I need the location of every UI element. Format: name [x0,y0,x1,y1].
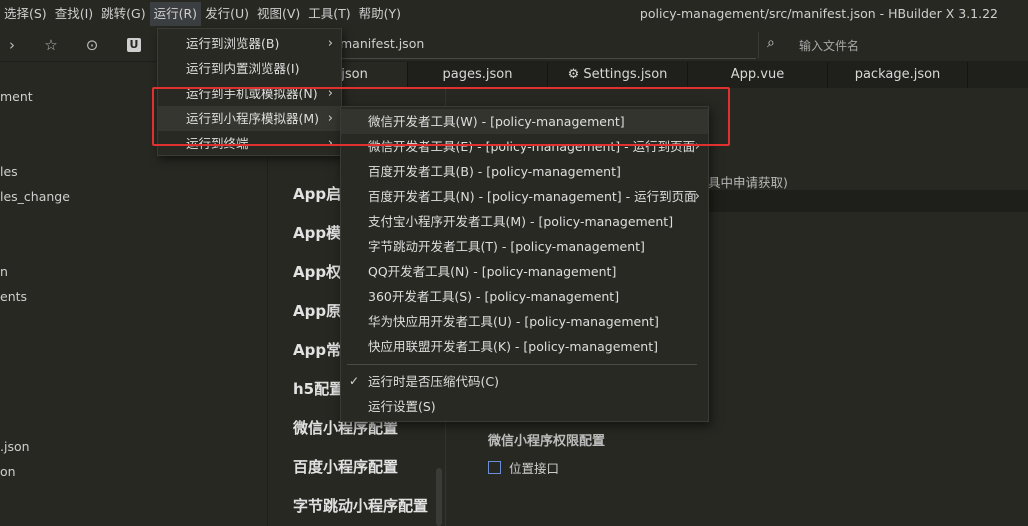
nav-app-common[interactable]: App常 [293,339,341,360]
file-search-box[interactable]: ⌕ 输入文件名 [758,32,1028,58]
tree-item[interactable]: les_change [0,189,70,204]
toolbar: › ☆ ⊙ U manifest.json ⌕ 输入文件名 [0,28,1028,62]
menu-tools[interactable]: 工具(T) [304,2,354,26]
menu-item-label: 百度开发者工具(N) - [policy-management] - 运行到页面 [368,189,697,204]
tab-settings-json[interactable]: ⚙ Settings.json [548,62,688,88]
nav-app-permissions[interactable]: App权 [293,261,341,282]
appid-hint: 具中申请获取) [708,175,788,190]
run-to-builtin-browser-item[interactable]: 运行到内置浏览器(I) [158,56,341,81]
nav-app-startup[interactable]: App启 [293,183,341,204]
menu-run[interactable]: 运行(R) [149,2,202,26]
menu-help[interactable]: 帮助(Y) [355,2,405,26]
menu-select[interactable]: 选择(S) [0,2,51,26]
tree-item[interactable]: les [0,164,18,179]
menu-separator [347,364,697,365]
appid-input[interactable] [708,190,1028,212]
editor-tabs: .json pages.json ⚙ Settings.json App.vue… [268,62,1028,88]
qq-devtools-item[interactable]: QQ开发者工具(N) - [policy-management] [341,259,708,284]
star-icon[interactable]: ☆ [41,35,61,55]
menu-find[interactable]: 查找(I) [51,2,97,26]
menu-item-label: 运行时是否压缩代码(C) [368,374,499,389]
location-checkbox-label: 位置接口 [509,461,560,476]
huawei-quickapp-devtools-item[interactable]: 华为快应用开发者工具(U) - [policy-management] [341,309,708,334]
run-to-browser-item[interactable]: 运行到浏览器(B) › [158,31,341,56]
run-settings-option[interactable]: 运行设置(S) [341,394,708,419]
nav-toutiao-mp-config[interactable]: 字节跳动小程序配置 [293,495,428,516]
tree-item[interactable]: on [0,464,16,479]
miniprogram-submenu: 微信开发者工具(W) - [policy-management] 微信开发者工具… [340,106,709,422]
checkmark-icon: ✓ [349,374,360,388]
nav-app-modules[interactable]: App模 [293,222,341,243]
search-icon: ⌕ [767,35,775,51]
tree-item[interactable]: ents [0,289,27,304]
location-checkbox[interactable] [488,461,501,474]
menu-bar: 选择(S) 查找(I) 跳转(G) 运行(R) 发行(U) 视图(V) 工具(T… [0,0,1028,28]
nav-app-native[interactable]: App原 [293,300,341,321]
alipay-devtools-item[interactable]: 支付宝小程序开发者工具(M) - [policy-management] [341,209,708,234]
tab-pages-json[interactable]: pages.json [408,62,548,88]
tab-package-json[interactable]: package.json [828,62,968,88]
chevron-right-icon[interactable]: › [2,35,22,55]
nav-h5-config[interactable]: h5配置 [293,378,344,399]
file-path[interactable]: manifest.json [340,36,424,51]
play-circle-icon[interactable]: ⊙ [82,35,102,55]
highlight-annotation-box [152,87,730,146]
search-placeholder: 输入文件名 [799,39,860,53]
menu-view[interactable]: 视图(V) [253,2,304,26]
compress-code-option[interactable]: ✓ 运行时是否压缩代码(C) [341,369,708,394]
baidu-devtools-item[interactable]: 百度开发者工具(B) - [policy-management] [341,159,708,184]
menu-item-label: 运行到内置浏览器(I) [186,61,300,76]
path-underline [336,58,756,59]
tab-app-vue[interactable]: App.vue [688,62,828,88]
chevron-right-icon: › [694,189,700,204]
tree-item[interactable]: ment [0,89,33,104]
menu-item-label: 运行到浏览器(B) [186,36,280,51]
menu-goto[interactable]: 跳转(G) [97,2,149,26]
location-permission-row[interactable]: 位置接口 [488,458,559,477]
baidu-devtools-page-item[interactable]: 百度开发者工具(N) - [policy-management] - 运行到页面… [341,184,708,209]
toutiao-devtools-item[interactable]: 字节跳动开发者工具(T) - [policy-management] [341,234,708,259]
360-devtools-item[interactable]: 360开发者工具(S) - [policy-management] [341,284,708,309]
quickapp-union-devtools-item[interactable]: 快应用联盟开发者工具(K) - [policy-management] [341,334,708,359]
tree-item[interactable]: .json [0,439,30,454]
weixin-permission-title: 微信小程序权限配置 [488,434,606,449]
nav-scrollbar[interactable] [436,468,442,526]
chevron-right-icon: › [327,36,333,51]
menu-publish[interactable]: 发行(U) [201,2,253,26]
nav-baidu-mp-config[interactable]: 百度小程序配置 [293,456,398,477]
uni-icon[interactable]: U [124,35,144,55]
tree-item[interactable]: n [0,264,8,279]
window-title: policy-management/src/manifest.json - HB… [639,6,998,21]
